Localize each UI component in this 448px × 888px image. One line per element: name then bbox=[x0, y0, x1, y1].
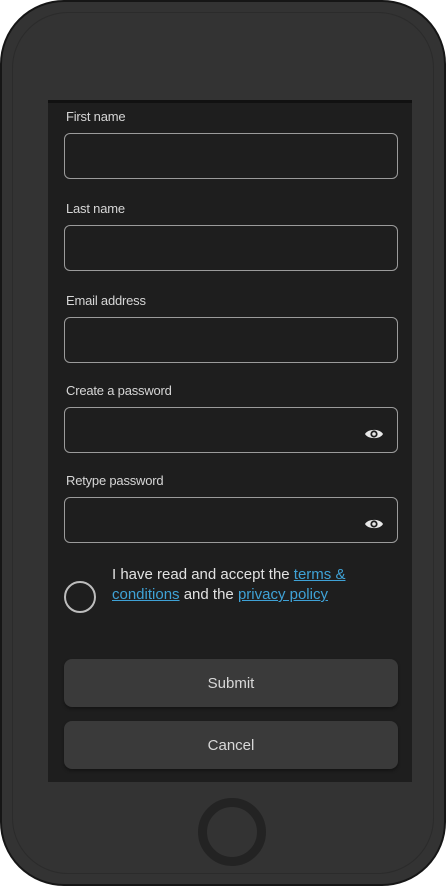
consent-text-middle: and the bbox=[179, 586, 238, 603]
first-name-label: First name bbox=[66, 109, 126, 124]
privacy-policy-link[interactable]: privacy policy bbox=[238, 586, 328, 603]
password-input[interactable] bbox=[64, 407, 398, 453]
last-name-input[interactable] bbox=[64, 225, 398, 271]
accept-terms-radio[interactable] bbox=[64, 581, 96, 613]
home-button[interactable] bbox=[198, 798, 266, 866]
last-name-label: Last name bbox=[66, 201, 125, 216]
retype-password-input[interactable] bbox=[64, 497, 398, 543]
eye-icon[interactable] bbox=[364, 516, 384, 532]
email-input[interactable] bbox=[64, 317, 398, 363]
consent-text-start: I have read and accept the bbox=[112, 566, 294, 583]
email-label: Email address bbox=[66, 293, 146, 308]
cancel-button[interactable]: Cancel bbox=[64, 721, 398, 769]
consent-text: I have read and accept the terms & condi… bbox=[112, 565, 402, 605]
phone-frame: First name Last name Email address Creat… bbox=[0, 0, 446, 886]
signup-screen: First name Last name Email address Creat… bbox=[48, 100, 412, 782]
terms-consent-row: I have read and accept the terms & condi… bbox=[64, 565, 404, 631]
first-name-input[interactable] bbox=[64, 133, 398, 179]
eye-icon[interactable] bbox=[364, 426, 384, 442]
retype-password-label: Retype password bbox=[66, 473, 164, 488]
submit-button[interactable]: Submit bbox=[64, 659, 398, 707]
password-label: Create a password bbox=[66, 383, 172, 398]
